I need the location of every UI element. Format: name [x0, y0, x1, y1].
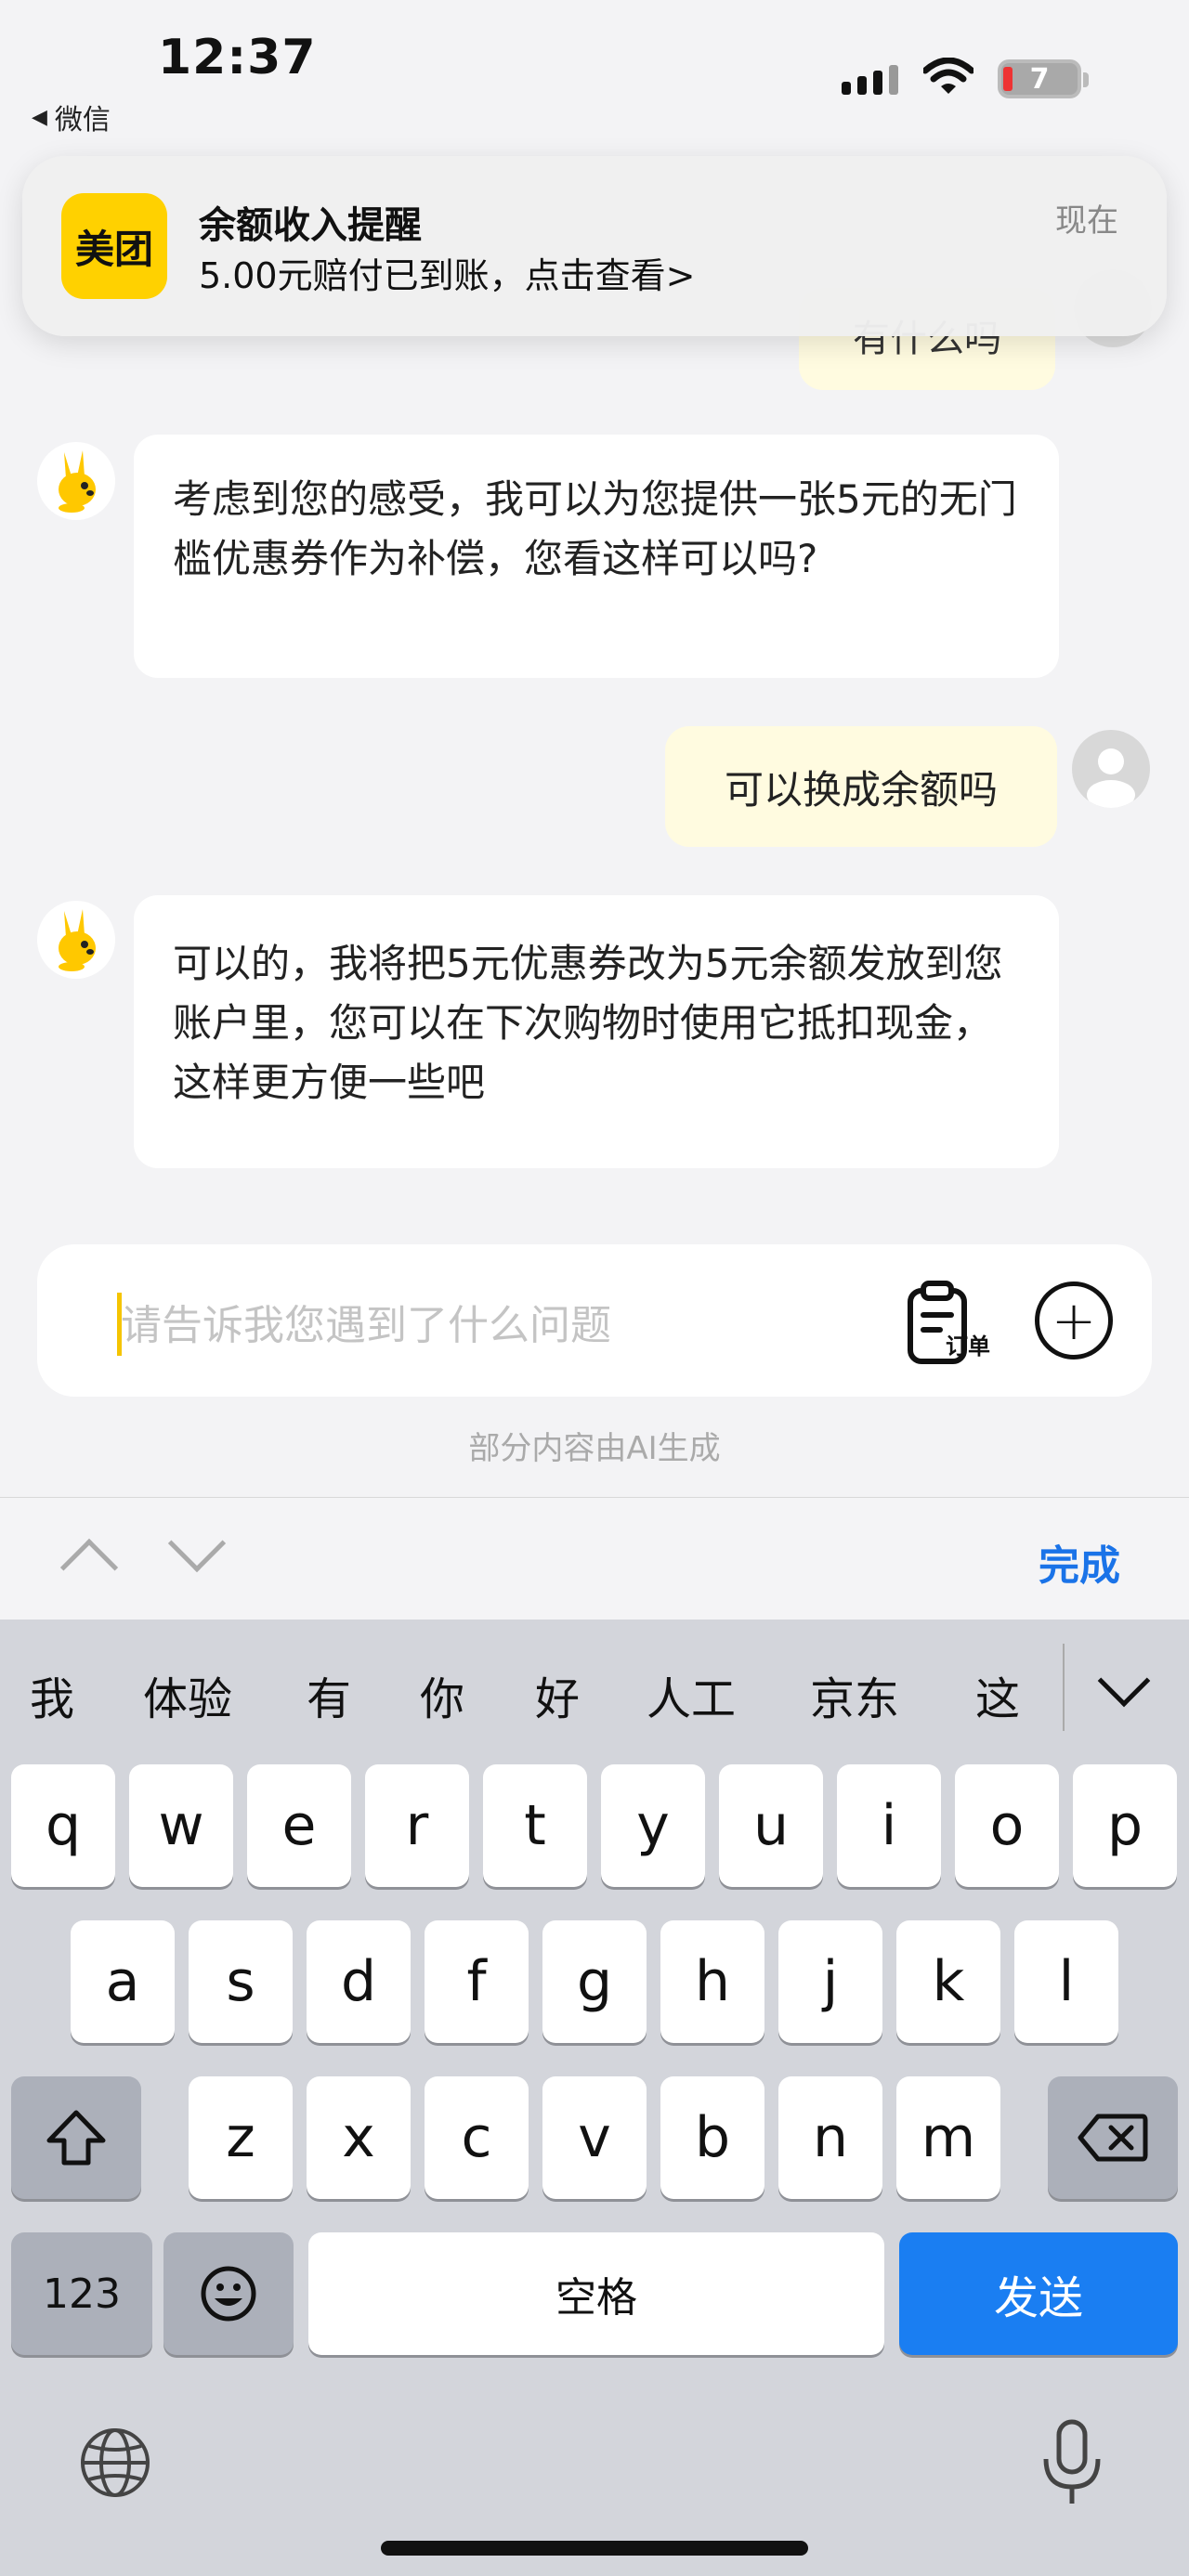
- key-e[interactable]: e: [247, 1764, 351, 1887]
- user-silhouette-icon: [1087, 748, 1135, 808]
- candidate-word[interactable]: 你: [420, 1662, 464, 1727]
- user-message: 可以换成余额吗: [665, 726, 1057, 847]
- cellular-signal-icon: [842, 65, 898, 95]
- key-a[interactable]: a: [71, 1920, 175, 2043]
- emoji-key[interactable]: [163, 2232, 294, 2355]
- message-input[interactable]: [121, 1295, 864, 1355]
- backspace-icon: [1078, 2114, 1148, 2162]
- key-r[interactable]: r: [365, 1764, 469, 1887]
- user-message-text: 可以换成余额吗: [724, 766, 998, 813]
- notification-time: 现在: [1055, 202, 1118, 240]
- key-y[interactable]: y: [601, 1764, 705, 1887]
- key-d[interactable]: d: [307, 1920, 411, 2043]
- battery-level: 7: [1029, 62, 1050, 96]
- bot-message-text: 考虑到您的感受，我可以为您提供一张5元的无门槛优惠券作为补偿，您看这样可以吗?: [173, 476, 1017, 581]
- notification-body: 5.00元赔付已到账，点击查看>: [199, 255, 696, 296]
- microphone-icon[interactable]: [1039, 2418, 1105, 2507]
- key-l[interactable]: l: [1014, 1920, 1118, 2043]
- space-key[interactable]: 空格: [308, 2232, 884, 2355]
- key-o[interactable]: o: [955, 1764, 1059, 1887]
- key-s[interactable]: s: [189, 1920, 293, 2043]
- key-v[interactable]: v: [542, 2076, 647, 2199]
- key-k[interactable]: k: [896, 1920, 1000, 2043]
- emoji-smiley-icon: [201, 2266, 256, 2322]
- back-triangle-icon: ◀: [32, 105, 47, 129]
- bot-message: 考虑到您的感受，我可以为您提供一张5元的无门槛优惠券作为补偿，您看这样可以吗?: [134, 435, 1059, 678]
- user-avatar: [1072, 730, 1150, 808]
- key-g[interactable]: g: [542, 1920, 647, 2043]
- key-i[interactable]: i: [837, 1764, 941, 1887]
- bot-avatar: [37, 901, 115, 979]
- bot-message-text: 可以的，我将把5元优惠券改为5元余额发放到您账户里，您可以在下次购物时使用它抵扣…: [173, 941, 1003, 1105]
- battery-icon: 7: [998, 59, 1089, 98]
- done-button[interactable]: 完成: [1039, 1532, 1120, 1592]
- notification-banner[interactable]: 美团 余额收入提醒 5.00元赔付已到账，点击查看> 现在: [22, 156, 1167, 336]
- key-w[interactable]: w: [129, 1764, 233, 1887]
- key-n[interactable]: n: [778, 2076, 882, 2199]
- candidate-word[interactable]: 好: [535, 1662, 580, 1727]
- key-f[interactable]: f: [425, 1920, 529, 2043]
- ai-generated-note: 部分内容由AI生成: [468, 1430, 721, 1467]
- home-indicator: [381, 2541, 808, 2556]
- key-c[interactable]: c: [425, 2076, 529, 2199]
- bot-avatar: [37, 442, 115, 520]
- key-z[interactable]: z: [189, 2076, 293, 2199]
- candidate-word[interactable]: 有: [307, 1662, 351, 1727]
- send-button[interactable]: 发送: [899, 2232, 1178, 2355]
- plus-circle-icon[interactable]: +: [1035, 1281, 1113, 1360]
- key-x[interactable]: x: [307, 2076, 411, 2199]
- key-p[interactable]: p: [1073, 1764, 1177, 1887]
- candidate-word[interactable]: 京东: [810, 1662, 899, 1727]
- meituan-logo: 美团: [61, 193, 167, 299]
- candidate-word[interactable]: 人工: [647, 1662, 736, 1727]
- order-button-label[interactable]: 订单: [946, 1328, 990, 1360]
- key-h[interactable]: h: [660, 1920, 764, 2043]
- key-u[interactable]: u: [719, 1764, 823, 1887]
- back-app-label: 微信: [54, 104, 111, 137]
- key-q[interactable]: q: [11, 1764, 115, 1887]
- key-b[interactable]: b: [660, 2076, 764, 2199]
- keyboard-accessory-bar: [0, 1497, 1189, 1620]
- notification-title: 余额收入提醒: [199, 204, 422, 247]
- key-t[interactable]: t: [483, 1764, 587, 1887]
- candidate-separator: [1063, 1644, 1065, 1731]
- status-time: 12:37: [158, 30, 317, 85]
- shift-arrow-icon: [46, 2110, 106, 2166]
- bot-message: 可以的，我将把5元优惠券改为5元余额发放到您账户里，您可以在下次购物时使用它抵扣…: [134, 895, 1059, 1168]
- candidate-word[interactable]: 我: [30, 1662, 74, 1727]
- shift-key[interactable]: [11, 2076, 141, 2199]
- key-j[interactable]: j: [778, 1920, 882, 2043]
- globe-icon[interactable]: [78, 2426, 152, 2500]
- wifi-icon: [923, 58, 973, 94]
- candidate-word[interactable]: 体验: [143, 1662, 232, 1727]
- bot-mascot-icon: [59, 450, 96, 513]
- key-m[interactable]: m: [896, 2076, 1000, 2199]
- back-to-app-link[interactable]: ◀ 微信: [32, 97, 111, 137]
- bot-mascot-icon: [59, 909, 96, 971]
- numbers-key[interactable]: 123: [11, 2232, 152, 2355]
- backspace-key[interactable]: [1048, 2076, 1178, 2199]
- candidate-word[interactable]: 这: [975, 1662, 1020, 1727]
